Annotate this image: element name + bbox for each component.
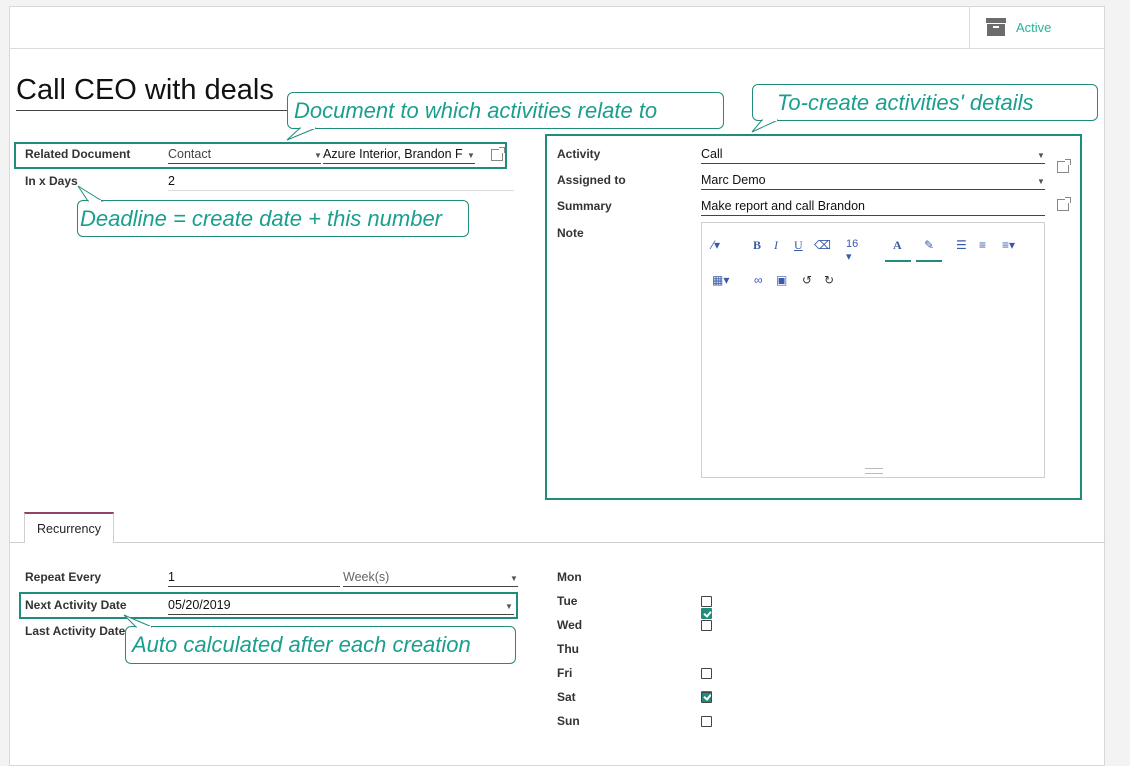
callout-tails (77, 119, 779, 628)
